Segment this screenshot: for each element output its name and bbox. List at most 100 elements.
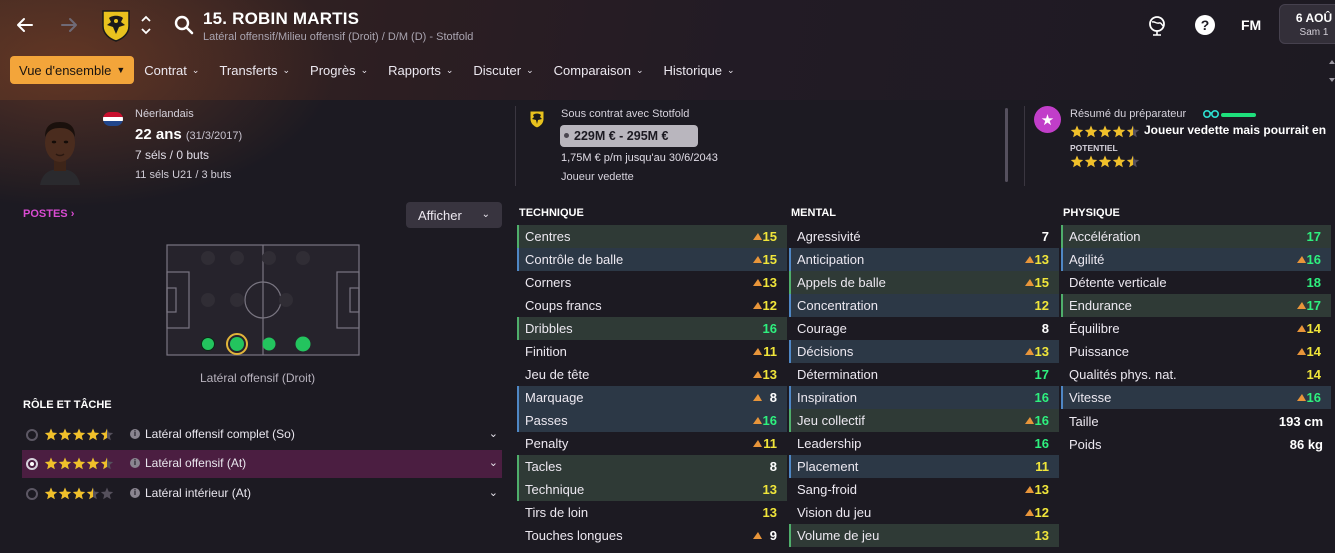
menu-contract[interactable]: Contrat ⌄ bbox=[134, 56, 209, 84]
attribute-row[interactable]: Courage 8 bbox=[789, 317, 1059, 340]
attribute-row[interactable]: Vision du jeu 12 bbox=[789, 501, 1059, 524]
menu-label: Discuter bbox=[473, 62, 522, 78]
chevron-down-icon: ⌄ bbox=[635, 64, 644, 75]
technique-column: TECHNIQUE Centres 15 Contrôle de balle 15 Co… bbox=[517, 207, 787, 547]
chevron-down-icon[interactable]: ⌄ bbox=[489, 486, 498, 499]
menu-discuss[interactable]: Discuter ⌄ bbox=[463, 56, 543, 84]
position-dot bbox=[262, 337, 276, 351]
attribute-row[interactable]: Qualités phys. nat. 14 bbox=[1061, 363, 1331, 386]
attribute-row[interactable]: Touches longues 9 bbox=[517, 524, 787, 547]
attribute-row[interactable]: Leadership 16 bbox=[789, 432, 1059, 455]
date-continue-button[interactable]: 6 AOÛ Sam 1 bbox=[1279, 4, 1335, 44]
attribute-row[interactable]: Jeu de tête 13 bbox=[517, 363, 787, 386]
chevron-down-icon[interactable]: ⌄ bbox=[489, 456, 498, 469]
search-icon[interactable] bbox=[173, 14, 195, 36]
attribute-row[interactable]: Technique 13 bbox=[517, 478, 787, 501]
forward-button[interactable] bbox=[56, 12, 82, 38]
role-row[interactable]: i Latéral intérieur (At) ⌄ bbox=[22, 480, 502, 508]
attribute-row[interactable]: Équilibre 14 bbox=[1061, 317, 1331, 340]
attribute-row[interactable]: Sang-froid 13 bbox=[789, 478, 1059, 501]
star-filled bbox=[58, 428, 72, 441]
fm-button[interactable]: FM bbox=[1241, 17, 1261, 33]
club-crest-icon[interactable] bbox=[100, 8, 132, 42]
attribute-row[interactable]: Jeu collectif 16 bbox=[789, 409, 1059, 432]
star-filled bbox=[72, 487, 86, 500]
chevron-right-icon: › bbox=[70, 208, 75, 220]
menu-comparison[interactable]: Comparaison ⌄ bbox=[544, 56, 654, 84]
chevron-down-icon: ⌄ bbox=[445, 64, 454, 75]
world-globe-icon[interactable] bbox=[1146, 14, 1168, 36]
role-row[interactable]: i Latéral offensif (At) ⌄ bbox=[22, 450, 502, 478]
attribute-row[interactable]: Appels de balle 15 bbox=[789, 271, 1059, 294]
menu-history[interactable]: Historique ⌄ bbox=[654, 56, 745, 84]
attribute-row[interactable]: Décisions 13 bbox=[789, 340, 1059, 363]
role-radio[interactable] bbox=[26, 488, 38, 500]
menu-transfers[interactable]: Transferts ⌄ bbox=[209, 56, 300, 84]
attribute-row[interactable]: Concentration 12 bbox=[789, 294, 1059, 317]
divider bbox=[1024, 106, 1025, 186]
attribute-value: 15 bbox=[762, 252, 777, 267]
show-dropdown[interactable]: Afficher ⌄ bbox=[406, 202, 502, 228]
attribute-value: 15 bbox=[1034, 275, 1049, 290]
attribute-value: 12 bbox=[762, 298, 777, 313]
date-day: 6 AOÛ bbox=[1295, 11, 1333, 25]
attribute-row[interactable]: Tacles 8 bbox=[517, 455, 787, 478]
attribute-row[interactable]: Marquage 8 bbox=[517, 386, 787, 409]
back-button[interactable] bbox=[12, 12, 38, 38]
chevron-down-icon[interactable]: ⌄ bbox=[489, 427, 498, 440]
attribute-name: Marquage bbox=[525, 390, 584, 405]
attribute-row[interactable]: Agilité 16 bbox=[1061, 248, 1331, 271]
attribute-row[interactable]: Coups francs 12 bbox=[517, 294, 787, 317]
attribute-row[interactable]: Accélération 17 bbox=[1061, 225, 1331, 248]
menu-overview[interactable]: Vue d'ensemble ▼ bbox=[10, 56, 135, 84]
chevron-down-icon: ▼ bbox=[116, 65, 126, 75]
attribute-name: Tirs de loin bbox=[525, 505, 589, 520]
attribute-row[interactable]: Tirs de loin 13 bbox=[517, 501, 787, 524]
role-radio[interactable] bbox=[26, 429, 38, 441]
weight-value: 86 kg bbox=[1289, 437, 1323, 452]
attribute-row[interactable]: Agressivité 7 bbox=[789, 225, 1059, 248]
role-row[interactable]: i Latéral offensif complet (So) ⌄ bbox=[22, 421, 502, 449]
attribute-value: 16 bbox=[762, 413, 777, 428]
attribute-value: 11 bbox=[763, 344, 777, 359]
info-scrollbar[interactable] bbox=[1005, 108, 1008, 182]
attribute-row[interactable]: Puissance 14 bbox=[1061, 340, 1331, 363]
attribute-row[interactable]: Finition 11 bbox=[517, 340, 787, 363]
attribute-row[interactable]: Contrôle de balle 15 bbox=[517, 248, 787, 271]
coach-report-title: Résumé du préparateur bbox=[1070, 108, 1187, 120]
up-down-chevron-icon[interactable] bbox=[139, 12, 153, 38]
info-icon[interactable]: i bbox=[130, 488, 140, 498]
positions-link[interactable]: POSTES › bbox=[23, 208, 74, 220]
attribute-row[interactable]: Passes 16 bbox=[517, 409, 787, 432]
star-filled bbox=[86, 457, 100, 470]
info-icon[interactable]: i bbox=[130, 458, 140, 468]
help-icon[interactable]: ? bbox=[1194, 14, 1216, 36]
weight-row: Poids 86 kg bbox=[1069, 437, 1333, 452]
attribute-row[interactable]: Inspiration 16 bbox=[789, 386, 1059, 409]
menu-reports[interactable]: Rapports ⌄ bbox=[378, 56, 463, 84]
attribute-row[interactable]: Dribbles 16 bbox=[517, 317, 787, 340]
attribute-row[interactable]: Détente verticale 18 bbox=[1061, 271, 1331, 294]
position-dot bbox=[201, 337, 215, 351]
attribute-row[interactable]: Endurance 17 bbox=[1061, 294, 1331, 317]
attribute-row[interactable]: Placement 11 bbox=[789, 455, 1059, 478]
attribute-value: 8 bbox=[769, 459, 777, 474]
attribute-row[interactable]: Volume de jeu 13 bbox=[789, 524, 1059, 547]
transfer-value[interactable]: 229M € - 295M € bbox=[560, 125, 698, 147]
star-filled bbox=[1112, 155, 1126, 168]
role-radio[interactable] bbox=[26, 458, 38, 470]
attribute-value: 11 bbox=[1035, 459, 1049, 474]
physique-column: PHYSIQUE Accélération 17 Agilité 16 Détente … bbox=[1061, 207, 1331, 409]
menu-progress[interactable]: Progrès ⌄ bbox=[300, 56, 378, 84]
attribute-row[interactable]: Détermination 17 bbox=[789, 363, 1059, 386]
menu-label: Transferts bbox=[219, 62, 278, 78]
attribute-row[interactable]: Penalty 11 bbox=[517, 432, 787, 455]
attribute-row[interactable]: Anticipation 13 bbox=[789, 248, 1059, 271]
svg-text:?: ? bbox=[1201, 17, 1210, 33]
attribute-row[interactable]: Corners 13 bbox=[517, 271, 787, 294]
side-scroll-icon[interactable] bbox=[1327, 56, 1335, 86]
star-filled bbox=[1098, 125, 1112, 138]
info-icon[interactable]: i bbox=[130, 429, 140, 439]
attribute-row[interactable]: Centres 15 bbox=[517, 225, 787, 248]
attribute-row[interactable]: Vitesse 16 bbox=[1061, 386, 1331, 409]
